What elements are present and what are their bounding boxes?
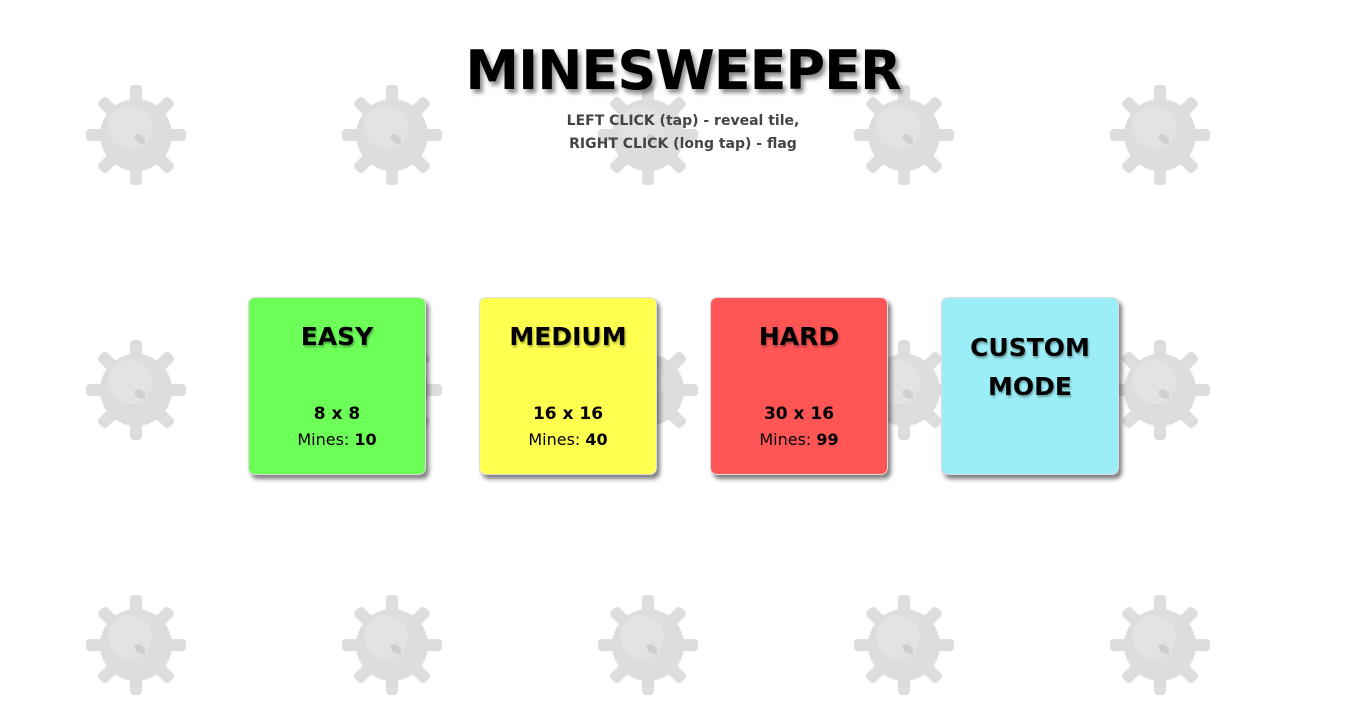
medium-mode-button[interactable]: MEDIUM 16 x 16 Mines: 40 [479,297,657,475]
mine-icon [596,593,700,697]
header: MINESWEEPER LEFT CLICK (tap) - reveal ti… [0,38,1366,156]
mine-icon [1108,593,1212,697]
custom-mode-button[interactable]: CUSTOM MODE [941,297,1119,475]
mine-icon [852,593,956,697]
board-size: 16 x 16 [532,404,604,424]
hard-mode-button[interactable]: HARD 30 x 16 Mines: 99 [710,297,888,475]
mines-label: Mines: [528,430,581,449]
mines-label: Mines: [297,430,350,449]
board-size: 8 x 8 [313,404,361,424]
mines-label: Mines: [759,430,812,449]
mine-icon [1108,338,1212,442]
mine-icon [340,593,444,697]
page-title: MINESWEEPER [465,39,901,102]
mode-name: CUSTOM MODE [970,333,1090,401]
board-size: 30 x 16 [763,404,835,424]
mode-selector: EASY 8 x 8 Mines: 10 MEDIUM 16 x 16 Mine… [248,297,1119,475]
instruction-line: LEFT CLICK (tap) - reveal tile, [566,113,800,129]
mode-name: MEDIUM [509,322,627,351]
mines-value: 99 [816,430,839,449]
instruction-line: RIGHT CLICK (long tap) - flag [569,136,797,152]
mines-value: 40 [585,430,608,449]
mode-name: EASY [300,322,374,351]
mines-value: 10 [354,430,377,449]
mine-count: Mines: 99 [711,430,887,449]
mine-icon [84,338,188,442]
mine-count: Mines: 10 [249,430,425,449]
mine-count: Mines: 40 [480,430,656,449]
mode-name: HARD [758,322,840,351]
easy-mode-button[interactable]: EASY 8 x 8 Mines: 10 [248,297,426,475]
instructions: LEFT CLICK (tap) - reveal tile, RIGHT CL… [0,110,1366,156]
mine-icon [84,593,188,697]
